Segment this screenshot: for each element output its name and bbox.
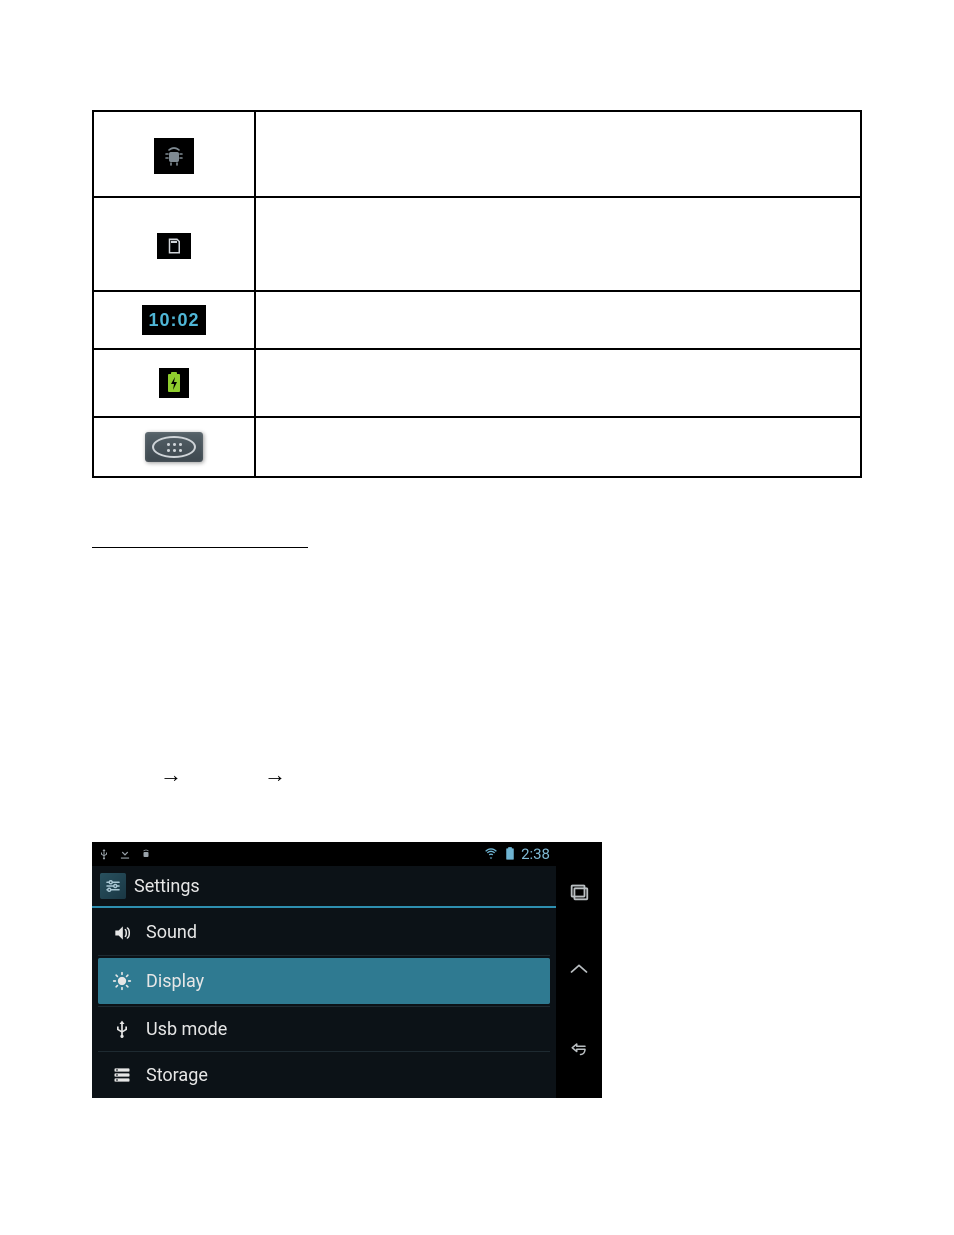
settings-title-row: Settings bbox=[92, 866, 556, 908]
legend-cell-sdcard bbox=[93, 197, 255, 291]
legend-cell-battery bbox=[93, 349, 255, 417]
menu-item-usbmode[interactable]: Usb mode bbox=[98, 1006, 550, 1052]
android-debug-small-icon bbox=[140, 847, 152, 861]
status-bar: 2:38 bbox=[92, 842, 556, 866]
android-settings-screenshot: 2:38 Settings Sound Display Usb mode bbox=[92, 842, 602, 1098]
menu-label: Usb mode bbox=[146, 1019, 227, 1040]
breadcrumb-arrows: → → bbox=[92, 762, 862, 788]
menu-item-sound[interactable]: Sound bbox=[98, 910, 550, 956]
android-nav-bar bbox=[556, 842, 602, 1098]
legend-desc-app-drawer bbox=[255, 417, 861, 477]
menu-label: Display bbox=[146, 971, 204, 992]
usb-icon bbox=[98, 847, 110, 861]
settings-menu-list: Sound Display Usb mode Storage bbox=[92, 908, 556, 1098]
wifi-icon bbox=[483, 847, 499, 861]
clock-time-text: 10:02 bbox=[148, 310, 199, 331]
brightness-icon bbox=[112, 971, 132, 991]
clock-icon: 10:02 bbox=[142, 305, 205, 335]
status-time: 2:38 bbox=[521, 845, 550, 863]
sound-icon bbox=[112, 923, 132, 943]
legend-cell-clock: 10:02 bbox=[93, 291, 255, 349]
legend-cell-app-drawer bbox=[93, 417, 255, 477]
recent-apps-icon[interactable] bbox=[568, 881, 590, 903]
battery-status-icon bbox=[505, 847, 515, 861]
back-icon[interactable] bbox=[567, 1041, 591, 1059]
menu-item-display[interactable]: Display bbox=[98, 958, 550, 1004]
icon-legend-table: 10:02 bbox=[92, 110, 862, 478]
home-icon[interactable] bbox=[567, 962, 591, 982]
section-underline bbox=[92, 526, 308, 548]
menu-label: Storage bbox=[146, 1065, 208, 1086]
legend-desc-sdcard bbox=[255, 197, 861, 291]
android-debug-icon bbox=[154, 138, 194, 174]
menu-label: Sound bbox=[146, 922, 197, 943]
download-icon bbox=[118, 847, 132, 861]
android-main-area: 2:38 Settings Sound Display Usb mode bbox=[92, 842, 556, 1098]
legend-cell-android-debug bbox=[93, 111, 255, 197]
arrow-icon: → bbox=[264, 762, 286, 788]
usb-mode-icon bbox=[112, 1019, 132, 1039]
legend-desc-battery bbox=[255, 349, 861, 417]
legend-desc-clock bbox=[255, 291, 861, 349]
storage-icon bbox=[112, 1065, 132, 1085]
battery-charging-icon bbox=[159, 368, 189, 398]
app-drawer-icon bbox=[145, 432, 203, 462]
legend-desc-android-debug bbox=[255, 111, 861, 197]
menu-item-storage[interactable]: Storage bbox=[98, 1052, 550, 1098]
arrow-icon: → bbox=[160, 762, 182, 788]
sdcard-icon bbox=[157, 233, 191, 259]
settings-title-text: Settings bbox=[134, 876, 200, 897]
settings-sliders-icon bbox=[100, 873, 126, 899]
